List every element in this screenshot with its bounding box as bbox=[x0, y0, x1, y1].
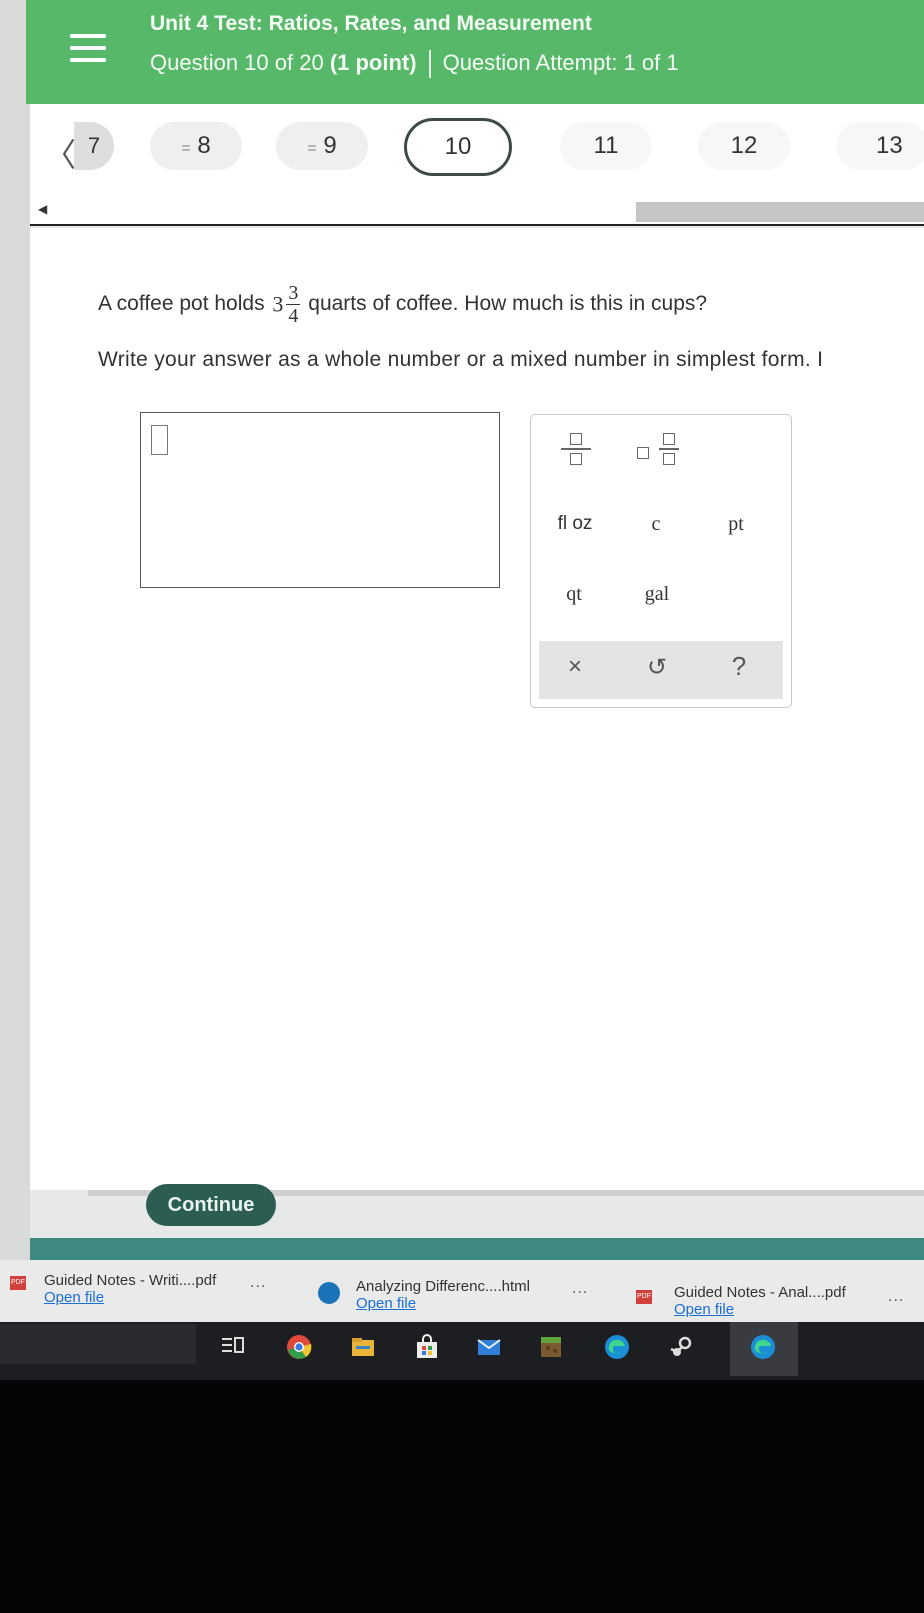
download-item[interactable]: Analyzing Differenc....html Open file bbox=[356, 1278, 530, 1312]
nav-question-12[interactable]: 12 bbox=[698, 122, 790, 170]
nav-prev-button[interactable]: 〈 7 bbox=[44, 122, 114, 173]
nav-question-label: 11 bbox=[593, 132, 619, 159]
minecraft-icon[interactable] bbox=[538, 1334, 564, 1360]
question-attempt: Question Attempt: 1 of 1 bbox=[442, 50, 679, 75]
fraction-bar-icon bbox=[561, 448, 591, 450]
nav-question-label: 13 bbox=[876, 132, 903, 159]
open-file-link[interactable]: Open file bbox=[44, 1289, 216, 1306]
fraction-box-icon bbox=[663, 453, 675, 465]
question-prompt: A coffee pot holds 334 quarts of coffee.… bbox=[98, 282, 707, 327]
divider bbox=[428, 50, 431, 79]
menu-icon[interactable] bbox=[70, 34, 106, 68]
question-area: A coffee pot holds 334 quarts of coffee.… bbox=[30, 228, 924, 1190]
store-icon[interactable] bbox=[414, 1334, 440, 1360]
fraction-box-icon bbox=[663, 433, 675, 445]
download-more-button[interactable]: ... bbox=[888, 1288, 904, 1306]
edge-file-icon bbox=[318, 1282, 340, 1304]
fraction: 34 bbox=[286, 282, 301, 327]
download-more-button[interactable]: ... bbox=[250, 1274, 266, 1292]
download-name: Analyzing Differenc....html bbox=[356, 1278, 530, 1295]
question-points: (1 point) bbox=[329, 50, 417, 75]
answer-instructions: Write your answer as a whole number or a… bbox=[98, 348, 824, 371]
undo-button[interactable]: ↺ bbox=[637, 653, 677, 682]
unit-pint-button[interactable]: pt bbox=[711, 513, 761, 536]
answer-input[interactable] bbox=[140, 412, 500, 588]
nav-prev-number: 7 bbox=[74, 122, 114, 170]
question-number: Question 10 of 20 bbox=[150, 50, 324, 75]
continue-button[interactable]: Continue bbox=[146, 1184, 276, 1226]
fraction-numerator: 3 bbox=[286, 282, 301, 305]
download-name: Guided Notes - Writi....pdf bbox=[44, 1272, 217, 1289]
open-file-link[interactable]: Open file bbox=[356, 1295, 530, 1312]
fraction-denominator: 4 bbox=[288, 305, 299, 327]
clear-button[interactable]: × bbox=[555, 653, 595, 681]
palette-controls: × ↺ ? bbox=[539, 641, 783, 699]
steam-icon[interactable] bbox=[668, 1334, 694, 1360]
nav-question-8[interactable]: = 8 bbox=[150, 122, 242, 170]
nav-question-13[interactable]: 13 bbox=[836, 122, 924, 170]
fraction-bar-icon bbox=[659, 448, 679, 450]
nav-question-label: 10 bbox=[444, 133, 472, 160]
nav-question-11[interactable]: 11 bbox=[560, 122, 652, 170]
download-name: Guided Notes - Anal....pdf bbox=[674, 1284, 846, 1301]
answer-placeholder-box bbox=[151, 425, 168, 455]
question-nav: 〈 7 = 8 = 9 10 11 12 13 ◀ bbox=[30, 104, 924, 226]
mixed-number: 334 bbox=[272, 282, 301, 327]
edge-icon[interactable] bbox=[604, 1334, 630, 1360]
answered-icon: = bbox=[307, 140, 317, 157]
mixed-number-template-button[interactable] bbox=[635, 433, 685, 477]
unit-quart-button[interactable]: qt bbox=[549, 583, 599, 606]
fraction-box-icon bbox=[570, 453, 582, 465]
taskbar-search-area[interactable] bbox=[0, 1324, 196, 1364]
downloads-bar: PDF Guided Notes - Writi....pdf Open fil… bbox=[0, 1260, 924, 1322]
whole-box-icon bbox=[637, 447, 649, 459]
answered-icon: = bbox=[181, 140, 191, 157]
nav-question-label: 12 bbox=[730, 132, 758, 159]
download-more-button[interactable]: ... bbox=[572, 1280, 588, 1298]
prompt-text-start: A coffee pot holds bbox=[98, 292, 265, 316]
fraction-box-icon bbox=[570, 433, 582, 445]
chevron-left-icon: 〈 bbox=[44, 137, 77, 173]
left-strip bbox=[0, 0, 30, 1290]
help-button[interactable]: ? bbox=[719, 651, 759, 682]
math-palette: fl oz c pt qt gal × ↺ ? bbox=[530, 414, 792, 708]
pdf-file-icon: PDF bbox=[636, 1290, 652, 1304]
test-title: Unit 4 Test: Ratios, Rates, and Measurem… bbox=[150, 12, 592, 35]
test-header: Unit 4 Test: Ratios, Rates, and Measurem… bbox=[26, 0, 924, 104]
unit-fl-oz-button[interactable]: fl oz bbox=[543, 513, 607, 535]
download-item[interactable]: Guided Notes - Anal....pdf Open file bbox=[674, 1284, 846, 1318]
open-file-link[interactable]: Open file bbox=[674, 1301, 846, 1318]
mail-icon[interactable] bbox=[476, 1334, 502, 1360]
taskbar bbox=[0, 1322, 924, 1380]
nav-question-label: 8 bbox=[197, 132, 211, 159]
prompt-text-end: quarts of coffee. How much is this in cu… bbox=[308, 292, 708, 316]
pdf-file-icon: PDF bbox=[10, 1276, 26, 1290]
file-explorer-icon[interactable] bbox=[350, 1334, 376, 1360]
monitor-bezel bbox=[0, 1380, 924, 1613]
screen: Unit 4 Test: Ratios, Rates, and Measurem… bbox=[0, 0, 924, 1400]
nav-scrollbar[interactable] bbox=[636, 202, 924, 222]
nav-question-10[interactable]: 10 bbox=[404, 118, 512, 176]
unit-cup-button[interactable]: c bbox=[631, 513, 681, 536]
mixed-fraction-icon bbox=[659, 433, 679, 465]
chrome-icon[interactable] bbox=[286, 1334, 312, 1360]
edge-active-icon[interactable] bbox=[750, 1334, 776, 1360]
mixed-whole: 3 bbox=[272, 291, 284, 317]
unit-gallon-button[interactable]: gal bbox=[629, 583, 685, 606]
fraction-template-button[interactable] bbox=[561, 433, 591, 477]
question-info: Question 10 of 20 (1 point) Question Atte… bbox=[150, 50, 679, 79]
nav-question-9[interactable]: = 9 bbox=[276, 122, 368, 170]
task-view-icon[interactable] bbox=[220, 1334, 246, 1360]
scroll-left-icon[interactable]: ◀ bbox=[38, 202, 47, 216]
nav-question-label: 9 bbox=[323, 132, 337, 159]
download-item[interactable]: Guided Notes - Writi....pdf Open file bbox=[44, 1272, 216, 1306]
